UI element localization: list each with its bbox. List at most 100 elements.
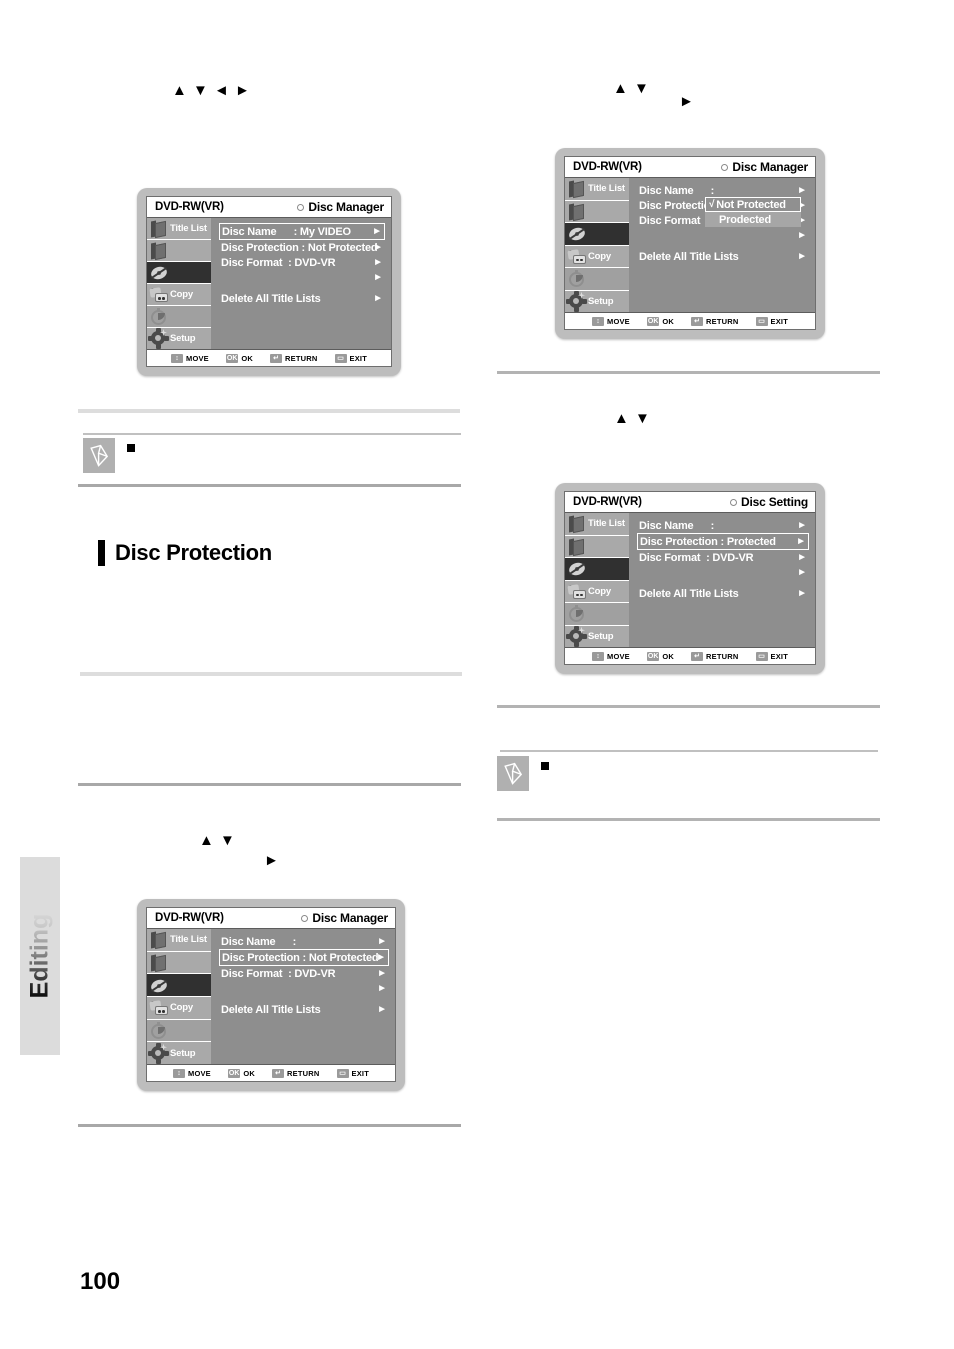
osd-footer-key-return[interactable]: ↵ RETURN — [272, 1068, 319, 1078]
osd-menu-row-label: Disc Format : DVD-VR — [639, 551, 754, 564]
osd-inner: DVD-RW(VR) Disc Setting Title List Copy … — [564, 491, 816, 665]
osd-row-caret-icon: ► — [797, 551, 807, 563]
divider-left-4 — [78, 1124, 461, 1127]
osd-sidebar-item-copy[interactable]: Copy — [147, 997, 211, 1020]
osd-footer-key-ok[interactable]: OK OK — [227, 1068, 255, 1078]
osd-menu-row-label: Delete All Title Lists — [639, 250, 739, 263]
divider-right-2 — [497, 705, 880, 708]
osd-row-caret-icon: ► — [377, 967, 387, 979]
osd-menu-row[interactable]: Disc Format : DVD-VR ► — [219, 255, 385, 270]
divider-right-1 — [497, 371, 880, 374]
osd-body: Title List Copy — [565, 178, 815, 312]
osd-sidebar-item-timer[interactable] — [565, 603, 629, 626]
osd-sidebar-item-title-list[interactable]: Title List — [565, 513, 629, 536]
osd-row-caret-icon: ► — [797, 566, 807, 578]
osd-sidebar-label: Setup — [588, 295, 614, 307]
osd-sidebar-item-setup[interactable]: Setup — [565, 625, 629, 648]
osd-sidebar-item-copy[interactable]: Copy — [147, 284, 211, 306]
osd-footer-key-ok[interactable]: OK OK — [646, 316, 674, 326]
osd-menu-row[interactable]: ► — [219, 981, 389, 996]
osd-sidebar-item-setup[interactable]: Setup — [147, 1042, 211, 1064]
osd-menu-row[interactable]: Delete All Title Lists ► — [637, 249, 809, 264]
osd-footer-key-badge-icon: OK — [646, 316, 660, 326]
book-icon — [149, 219, 168, 239]
osd-sidebar-item-copy[interactable]: Copy — [565, 581, 629, 603]
osd-sidebar-item-disc-manager[interactable] — [565, 223, 629, 246]
disc-protection-dropdown[interactable]: √ Not Protected Prodected — [705, 197, 801, 227]
divider-left-note-bottom — [78, 484, 461, 487]
osd-sidebar-item-playlist[interactable] — [147, 952, 211, 975]
osd-footer-key-ok[interactable]: OK OK — [225, 353, 253, 363]
osd-footer-key-badge-icon: OK — [646, 651, 660, 661]
page-number: 100 — [80, 1268, 121, 1295]
osd-menu-row[interactable]: ► — [219, 270, 385, 285]
osd-menu-row[interactable]: Disc Name : ► — [637, 518, 809, 533]
osd-menu-row[interactable]: Disc Name : ► — [219, 934, 389, 949]
osd-sidebar-item-playlist[interactable] — [565, 536, 629, 558]
osd-menu-row-label: Disc Protection : Not Protected — [222, 951, 379, 964]
osd-footer-key-move[interactable]: ↕ MOVE — [592, 651, 630, 661]
osd-sidebar-item-setup[interactable]: Setup — [565, 290, 629, 313]
osd-menu-row[interactable]: Disc Name : My VIDEO ► — [219, 223, 385, 240]
osd-menu-row[interactable]: ► — [637, 228, 809, 243]
osd-screen-title-group: Disc Manager — [297, 200, 384, 214]
osd-sidebar-item-playlist[interactable] — [147, 240, 211, 262]
copy-icon — [567, 582, 586, 601]
arrow-cluster-left-bottom-b: ► — [264, 852, 280, 869]
osd-sidebar-item-timer[interactable] — [147, 1019, 211, 1043]
osd-footer-key-label: EXIT — [770, 316, 788, 326]
osd-menu-row[interactable]: Disc Format : DVD-VR ► — [219, 966, 389, 981]
osd-screen-title-group: Disc Setting — [730, 495, 808, 509]
osd-footer-key-ok[interactable]: OK OK — [646, 651, 674, 661]
osd-sidebar-item-disc-manager[interactable] — [147, 262, 211, 284]
osd-footer-key-return[interactable]: ↵ RETURN — [691, 651, 738, 661]
osd-footer-key-exit[interactable]: ▭ EXIT — [755, 651, 788, 661]
book-icon — [149, 241, 168, 261]
copy-icon — [149, 998, 168, 1017]
osd-row-caret-icon: ► — [373, 271, 383, 283]
osd-sidebar-item-timer[interactable] — [565, 268, 629, 291]
osd-menu-row[interactable]: Disc Protection : Protected ► — [637, 533, 809, 550]
osd-menu-row[interactable]: Delete All Title Lists ► — [219, 291, 385, 306]
osd-sidebar-item-copy[interactable]: Copy — [565, 246, 629, 268]
osd-footer-key-label: MOVE — [607, 316, 630, 326]
note-block-left — [83, 438, 461, 480]
osd-footer-key-exit[interactable]: ▭ EXIT — [755, 316, 788, 326]
osd-menu-row[interactable]: Disc Protection : Not Protected ► — [219, 949, 389, 966]
osd-footer-key-return[interactable]: ↵ RETURN — [691, 316, 738, 326]
osd-screenshot-osd-1: DVD-RW(VR) Disc Manager Title List Copy … — [137, 188, 401, 376]
osd-sidebar-item-timer[interactable] — [147, 306, 211, 328]
osd-dropdown-option-label: Prodected — [719, 213, 771, 226]
osd-sidebar: Title List Copy Setup — [565, 513, 629, 647]
book-icon — [567, 179, 586, 199]
osd-sidebar-item-disc-manager[interactable] — [565, 558, 629, 581]
osd-footer-key-label: MOVE — [188, 1068, 211, 1078]
arrow-cluster-left-top: ▲ ▼ ◄ ► — [172, 82, 251, 99]
osd-sidebar-item-disc-manager[interactable] — [147, 974, 211, 998]
osd-menu-row[interactable]: Delete All Title Lists ► — [637, 586, 809, 601]
osd-footer-key-exit[interactable]: ▭ EXIT — [334, 353, 367, 363]
osd-menu-row[interactable]: Delete All Title Lists ► — [219, 1002, 389, 1017]
divider-right-note-top — [500, 750, 878, 752]
osd-footer-key-move[interactable]: ↕ MOVE — [592, 316, 630, 326]
osd-menu-row[interactable]: Disc Name : ► — [637, 183, 809, 198]
osd-dropdown-option[interactable]: √ Not Protected — [705, 197, 801, 212]
osd-menu-list: Disc Name : My VIDEO ► Disc Protection : … — [211, 218, 391, 349]
osd-footer-key-return[interactable]: ↵ RETURN — [270, 353, 317, 363]
osd-footer-key-move[interactable]: ↕ MOVE — [171, 353, 209, 363]
osd-sidebar-item-playlist[interactable] — [565, 201, 629, 223]
osd-sidebar-item-title-list[interactable]: Title List — [147, 929, 211, 952]
osd-menu-row[interactable]: Disc Format : DVD-VR ► — [637, 550, 809, 565]
osd-footer-key-move[interactable]: ↕ MOVE — [173, 1068, 211, 1078]
osd-sidebar-label: Title List — [588, 183, 625, 195]
osd-menu-row[interactable]: Disc Protection : Not Protected ► — [219, 240, 385, 255]
osd-sidebar-label: Title List — [588, 518, 625, 530]
osd-dropdown-option[interactable]: Prodected — [705, 212, 801, 227]
osd-sidebar-item-setup[interactable]: Setup — [147, 328, 211, 349]
osd-menu-row[interactable]: ► — [637, 565, 809, 580]
osd-footer-key-exit[interactable]: ▭ EXIT — [336, 1068, 369, 1078]
osd-disc-type: DVD-RW(VR) — [573, 161, 642, 173]
osd-sidebar-item-title-list[interactable]: Title List — [147, 218, 211, 240]
osd-menu-list: Disc Name : ► Disc Protection : Not Prote… — [211, 929, 395, 1064]
osd-sidebar-item-title-list[interactable]: Title List — [565, 178, 629, 201]
